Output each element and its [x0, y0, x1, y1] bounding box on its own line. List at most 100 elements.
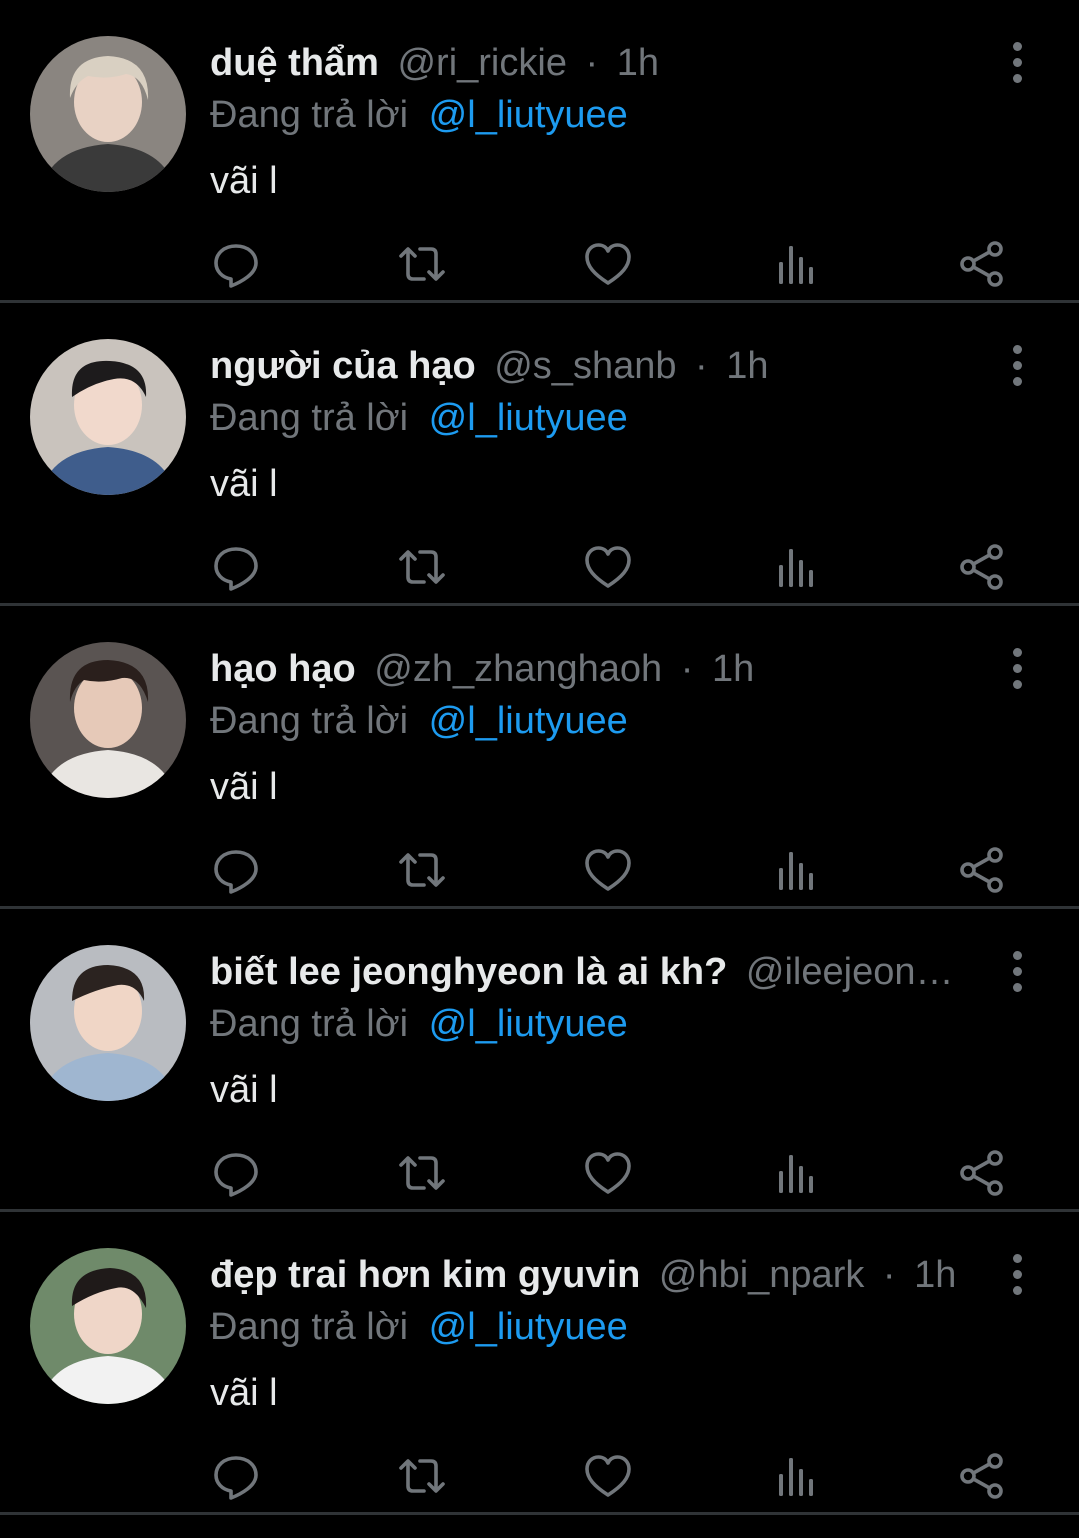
share-icon [960, 847, 1003, 893]
tweet-3[interactable]: hạo hạo @zh_zhanghaoh · 1h Đang trả lời … [0, 606, 1079, 909]
retweet-button[interactable] [396, 238, 448, 290]
more-vertical-icon [1012, 950, 1022, 960]
tweet-header: biết lee jeonghyeon là ai kh? @ileejeon… [210, 947, 970, 997]
views-button[interactable] [770, 1450, 822, 1502]
views-icon [779, 246, 813, 284]
reply-button[interactable] [210, 1450, 262, 1502]
reply-button[interactable] [210, 238, 262, 290]
like-button[interactable] [582, 844, 634, 896]
more-vertical-icon [1012, 344, 1022, 354]
views-icon [779, 1458, 813, 1496]
tweet-1[interactable]: duệ thẩm @ri_rickie · 1h Đang trả lời @l… [0, 0, 1079, 303]
reply-button[interactable] [210, 541, 262, 593]
share-icon [960, 544, 1003, 590]
display-name[interactable]: biết lee jeonghyeon là ai kh? [210, 951, 727, 993]
retweet-button[interactable] [396, 541, 448, 593]
like-icon [585, 1152, 631, 1194]
share-button[interactable] [956, 844, 1008, 896]
retweet-icon [399, 1156, 445, 1190]
share-icon [960, 241, 1003, 287]
separator-dot: · [680, 648, 694, 690]
reply-button[interactable] [210, 844, 262, 896]
replying-to-label: Đang trả lời [210, 1003, 409, 1045]
views-button[interactable] [770, 238, 822, 290]
more-options-button[interactable] [996, 38, 1038, 86]
avatar[interactable] [30, 339, 186, 495]
retweet-icon [399, 853, 445, 887]
tweet-header: hạo hạo @zh_zhanghaoh · 1h [210, 644, 970, 694]
share-button[interactable] [956, 238, 1008, 290]
tweet-header: người của hạo @s_shanb · 1h [210, 341, 970, 391]
like-button[interactable] [582, 1450, 634, 1502]
more-vertical-icon [1012, 647, 1022, 657]
more-options-button[interactable] [996, 341, 1038, 389]
retweet-button[interactable] [396, 844, 448, 896]
views-button[interactable] [770, 541, 822, 593]
timestamp[interactable]: 1h [914, 1254, 956, 1296]
divider [0, 1512, 1079, 1515]
more-options-button[interactable] [996, 1250, 1038, 1298]
like-button[interactable] [582, 1147, 634, 1199]
views-button[interactable] [770, 1147, 822, 1199]
display-name[interactable]: người của hạo [210, 345, 476, 387]
timestamp[interactable]: 1h [712, 648, 754, 690]
retweet-button[interactable] [396, 1147, 448, 1199]
avatar-photo [30, 945, 186, 1101]
avatar-photo [30, 642, 186, 798]
views-icon [779, 1155, 813, 1193]
like-button[interactable] [582, 541, 634, 593]
avatar[interactable] [30, 642, 186, 798]
more-options-button[interactable] [996, 644, 1038, 692]
share-button[interactable] [956, 1450, 1008, 1502]
reply-icon [214, 850, 258, 894]
tweet-text: vãi l [210, 463, 278, 505]
avatar[interactable] [30, 945, 186, 1101]
reply-icon [214, 244, 258, 288]
tweet-5[interactable]: đẹp trai hơn kim gyuvin @hbi_npark · 1h … [0, 1212, 1079, 1515]
more-options-button[interactable] [996, 947, 1038, 995]
user-handle[interactable]: @zh_zhanghaoh [374, 648, 662, 690]
replying-to-mention[interactable]: @l_liutyuee [429, 1003, 628, 1045]
replying-to-mention[interactable]: @l_liutyuee [429, 700, 628, 742]
views-button[interactable] [770, 844, 822, 896]
separator-dot: · [695, 345, 708, 387]
replying-to: Đang trả lời @l_liutyuee [210, 393, 628, 443]
avatar-photo [30, 1248, 186, 1404]
timestamp[interactable]: 1h [617, 42, 659, 84]
tweet-2[interactable]: người của hạo @s_shanb · 1h Đang trả lời… [0, 303, 1079, 606]
more-vertical-icon [1012, 41, 1022, 51]
like-icon [585, 849, 631, 891]
like-icon [585, 1455, 631, 1497]
avatar[interactable] [30, 36, 186, 192]
share-button[interactable] [956, 1147, 1008, 1199]
separator-dot: · [585, 42, 599, 84]
user-handle[interactable]: @hbi_npark [659, 1254, 864, 1296]
share-button[interactable] [956, 541, 1008, 593]
replying-to-label: Đang trả lời [210, 700, 409, 742]
replying-to-mention[interactable]: @l_liutyuee [429, 94, 628, 136]
tweet-header: đẹp trai hơn kim gyuvin @hbi_npark · 1h [210, 1250, 970, 1300]
tweet-text: vãi l [210, 1069, 278, 1111]
display-name[interactable]: hạo hạo [210, 648, 356, 690]
display-name[interactable]: đẹp trai hơn kim gyuvin [210, 1254, 640, 1296]
user-handle[interactable]: @s_shanb [494, 345, 676, 387]
replying-to-mention[interactable]: @l_liutyuee [429, 1306, 628, 1348]
share-icon [960, 1150, 1003, 1196]
more-vertical-icon [1012, 1253, 1022, 1263]
tweet-header: duệ thẩm @ri_rickie · 1h [210, 38, 970, 88]
reply-icon [214, 547, 258, 591]
avatar[interactable] [30, 1248, 186, 1404]
like-button[interactable] [582, 238, 634, 290]
replying-to-mention[interactable]: @l_liutyuee [429, 397, 628, 439]
retweet-button[interactable] [396, 1450, 448, 1502]
replying-to-label: Đang trả lời [210, 397, 409, 439]
user-handle[interactable]: @ileejeon… [746, 951, 954, 993]
reply-icon [214, 1153, 258, 1197]
timestamp[interactable]: 1h [726, 345, 768, 387]
tweet-4[interactable]: biết lee jeonghyeon là ai kh? @ileejeon…… [0, 909, 1079, 1212]
share-icon [960, 1453, 1003, 1499]
replying-to: Đang trả lời @l_liutyuee [210, 90, 628, 140]
reply-button[interactable] [210, 1147, 262, 1199]
user-handle[interactable]: @ri_rickie [397, 42, 566, 84]
display-name[interactable]: duệ thẩm [210, 42, 379, 84]
